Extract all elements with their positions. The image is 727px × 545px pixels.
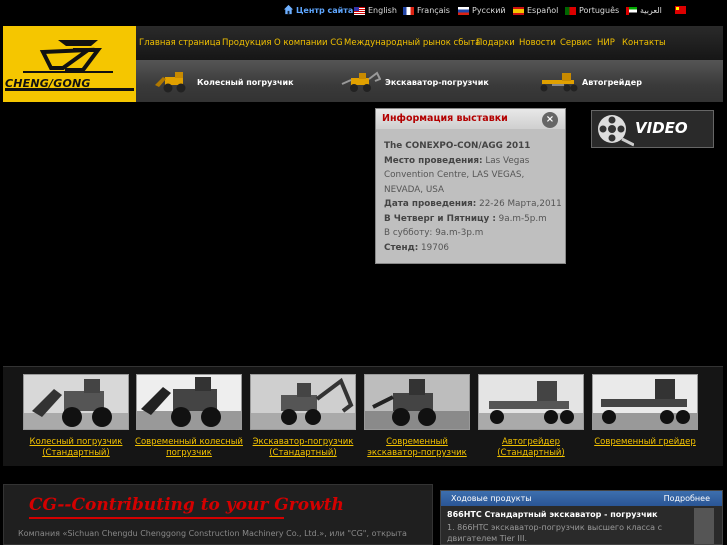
close-icon[interactable]: × <box>542 112 558 128</box>
gallery-label-backhoe-modern[interactable]: Современный экскаватор-погрузчик <box>359 437 475 459</box>
language-spanish[interactable]: Español <box>513 6 558 15</box>
nav-about[interactable]: О компании CG <box>274 38 343 48</box>
language-label: العربية <box>640 6 662 15</box>
backhoe-loader-icon <box>341 71 381 92</box>
gallery-label-wheel-loader-modern[interactable]: Современный колесный погрузчик <box>131 437 247 459</box>
nav-international-market[interactable]: Международный рынок сбыта <box>344 38 480 48</box>
cn-flag-icon <box>675 6 686 14</box>
language-english[interactable]: English <box>354 6 397 15</box>
hot-products-title: Ходовые продукты <box>451 494 532 503</box>
ae-flag-icon <box>626 6 637 15</box>
nav-products[interactable]: Продукция <box>222 38 271 48</box>
main-nav: Главная страница Продукция О компании CG… <box>136 26 723 60</box>
pt-flag-icon <box>565 6 576 15</box>
film-reel-icon <box>598 115 634 147</box>
language-portuguese[interactable]: Português <box>565 6 619 15</box>
motor-grader-photo-icon <box>479 375 583 429</box>
more-link[interactable]: Подробнее <box>664 494 710 503</box>
subnav-label: Автогрейдер <box>582 77 642 87</box>
language-label: Français <box>417 6 450 15</box>
language-arabic[interactable]: العربية <box>626 6 662 15</box>
motor-grader-icon <box>540 73 578 92</box>
language-label: Español <box>527 6 559 15</box>
gallery-thumb-grader-modern[interactable] <box>592 374 698 430</box>
nav-research[interactable]: НИР <box>597 38 615 48</box>
exhibition-header: Информация выставки × <box>376 109 565 129</box>
company-intro: CG--Contributing to your Growth Компания… <box>3 484 433 545</box>
gallery-label-backhoe-standard[interactable]: Экскаватор-погрузчик (Стандартный) <box>245 437 361 459</box>
date-value: 22-26 Марта,2011 <box>479 199 562 209</box>
nav-contacts[interactable]: Контакты <box>622 38 666 48</box>
video-label: VIDEO <box>635 119 688 137</box>
hours-weekday-value: 9a.m-5p.m <box>498 213 547 224</box>
language-bar: Центр сайта English Français Русский Esp… <box>0 0 727 25</box>
gallery-label-wheel-loader-standard[interactable]: Колесный погрузчик (Стандартный) <box>18 437 134 459</box>
product-thumbnail[interactable] <box>694 508 714 544</box>
chenggong-logo[interactable]: CHENG/GONG <box>3 26 136 102</box>
backhoe-loader-photo-icon <box>365 375 469 429</box>
language-french[interactable]: Français <box>403 6 450 15</box>
nav-news[interactable]: Новости <box>519 38 556 48</box>
stand-value: 19706 <box>421 242 450 253</box>
site-header: CHENG/GONG Главная страница Продукция О … <box>3 26 723 102</box>
gallery-thumb-wheel-loader-standard[interactable] <box>23 374 129 430</box>
slogan: CG--Contributing to your Growth <box>29 495 344 515</box>
slogan-underline <box>29 517 284 519</box>
gallery-label-grader-modern[interactable]: Современный грейдер <box>587 437 703 448</box>
language-label: English <box>368 6 397 15</box>
hot-products-header: Ходовые продукты Подробнее <box>441 491 722 506</box>
gallery-thumb-backhoe-standard[interactable] <box>250 374 356 430</box>
exhibition-title: Информация выставки <box>382 113 508 124</box>
cg-emblem-icon <box>5 40 134 91</box>
product-subnav: Колесный погрузчик Экскаватор-погрузчик <box>136 60 723 102</box>
exhibition-body: The CONEXPO-CON/AGG 2011 Место проведени… <box>384 139 562 255</box>
stand-label: Стенд: <box>384 242 419 253</box>
backhoe-loader-photo-icon <box>251 375 355 429</box>
gallery-thumb-grader-standard[interactable] <box>478 374 584 430</box>
logo-text: CHENG/GONG <box>5 77 91 90</box>
language-chinese[interactable] <box>675 6 689 14</box>
gallery-thumb-wheel-loader-modern[interactable] <box>136 374 242 430</box>
product-description: 1. 866HTC экскаватор-погрузчик высшего к… <box>447 523 662 543</box>
date-label: Дата проведения: <box>384 199 477 209</box>
hot-products-panel: Ходовые продукты Подробнее 866HTC Станда… <box>440 490 723 545</box>
wheel-loader-photo-icon <box>24 375 128 429</box>
company-description: Компания «Sichuan Chengdu Chenggong Cons… <box>18 529 407 538</box>
nav-service[interactable]: Сервис <box>560 38 592 48</box>
nav-gifts[interactable]: Подарки <box>476 38 515 48</box>
subnav-label: Экскаватор-погрузчик <box>385 77 489 87</box>
wheel-loader-photo-icon <box>137 375 241 429</box>
exhibition-info-panel: Информация выставки × The CONEXPO-CON/AG… <box>375 108 566 264</box>
site-center-link[interactable]: Центр сайта <box>296 6 353 15</box>
product-name[interactable]: 866HTC Стандартный экскаватор - погрузчи… <box>447 510 658 519</box>
language-label: Português <box>579 6 620 15</box>
subnav-backhoe-loader[interactable]: Экскаватор-погрузчик <box>341 71 489 92</box>
fr-flag-icon <box>403 6 414 15</box>
subnav-label: Колесный погрузчик <box>197 77 294 87</box>
us-flag-icon <box>354 6 365 15</box>
language-label: Русский <box>472 6 506 15</box>
language-russian[interactable]: Русский <box>458 6 506 15</box>
venue-label: Место проведения: <box>384 155 483 166</box>
page-root: Центр сайта English Français Русский Esp… <box>0 0 727 545</box>
gallery-thumb-backhoe-modern[interactable] <box>364 374 470 430</box>
hours-weekday-label: В Четверг и Пятницу : <box>384 213 496 224</box>
motor-grader-photo-icon <box>593 375 697 429</box>
nav-home[interactable]: Главная страница <box>139 38 221 48</box>
video-button[interactable]: VIDEO <box>591 110 714 148</box>
product-gallery: Колесный погрузчик (Стандартный) Совреме… <box>3 366 723 466</box>
hours-saturday: В субботу: 9a.m-3p.m <box>384 228 484 238</box>
ru-flag-icon <box>458 6 469 15</box>
es-flag-icon <box>513 6 524 15</box>
gallery-label-grader-standard[interactable]: Автогрейдер (Стандартный) <box>473 437 589 459</box>
subnav-wheel-loader[interactable]: Колесный погрузчик <box>153 72 294 93</box>
home-icon[interactable] <box>283 4 294 15</box>
event-name: The CONEXPO-CON/AGG 2011 <box>384 141 531 151</box>
subnav-motor-grader[interactable]: Автогрейдер <box>538 73 642 92</box>
wheel-loader-icon <box>155 72 186 93</box>
